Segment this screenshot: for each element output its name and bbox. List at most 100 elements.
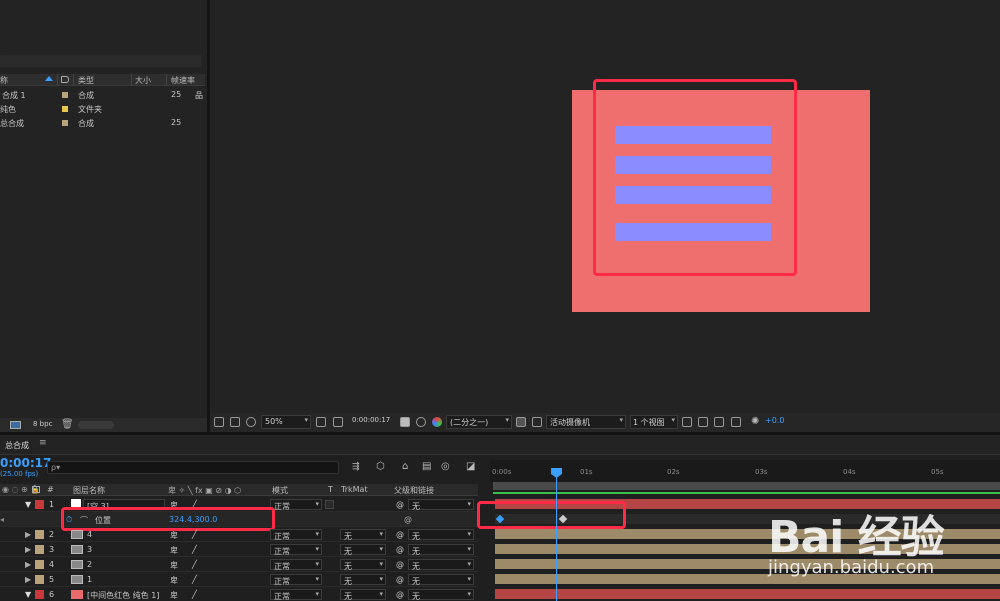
parent-dropdown[interactable]: 无 ▾ xyxy=(408,574,474,586)
layer-row[interactable]: ▼ 6 [中间色红色 纯色 1] 卑 ╱ 正常 ▾ 无 ▾ @ 无 ▾ xyxy=(0,587,478,601)
column-mode[interactable]: 模式 xyxy=(272,485,288,496)
column-trkmat[interactable]: TrkMat xyxy=(341,485,368,494)
label-swatch[interactable] xyxy=(35,545,44,554)
project-item[interactable]: 总合成 合成 25 xyxy=(0,116,205,130)
show-snapshot-icon[interactable] xyxy=(416,417,426,427)
snapshot-icon[interactable] xyxy=(400,417,410,427)
column-number[interactable]: # xyxy=(47,485,54,494)
keyframe-nav-icon[interactable]: ◂ xyxy=(0,515,4,524)
expand-icon[interactable]: ▶ xyxy=(25,530,31,539)
exposure-icon[interactable]: ✺ xyxy=(751,416,759,427)
new-composition-icon[interactable] xyxy=(10,421,21,429)
flowchart-icon[interactable]: 品 xyxy=(195,90,203,101)
time-ruler[interactable]: 0:00s 01s 02s 03s 04s 05s xyxy=(490,460,1000,482)
quality-switch-icon[interactable]: ╱ xyxy=(192,590,197,599)
label-swatch[interactable] xyxy=(35,590,44,599)
current-time[interactable]: 0:00:00:17 xyxy=(352,416,390,424)
always-preview-icon[interactable] xyxy=(214,417,224,427)
pickwhip-icon[interactable]: @ xyxy=(396,560,404,569)
flowchart-icon[interactable] xyxy=(731,417,741,427)
comp-flowchart-icon[interactable]: ⇶ xyxy=(352,462,360,472)
thumbnail-slider[interactable] xyxy=(78,421,114,429)
quality-switch-icon[interactable]: ╱ xyxy=(192,575,197,584)
parent-dropdown[interactable]: 无 ▾ xyxy=(408,499,474,511)
label-swatch[interactable] xyxy=(35,530,44,539)
motion-blur-icon[interactable]: ◎ xyxy=(441,461,450,472)
column-layer-name[interactable]: 图层名称 xyxy=(73,485,105,496)
layer-name[interactable]: 1 xyxy=(87,575,92,584)
collapse-icon[interactable]: ▼ xyxy=(25,500,31,509)
parent-dropdown[interactable]: 无 ▾ xyxy=(408,529,474,541)
expand-icon[interactable]: ▶ xyxy=(25,560,31,569)
timeline-timecode[interactable]: 0:00:17 xyxy=(0,456,51,470)
pickwhip-icon[interactable]: @ xyxy=(396,500,404,509)
fast-preview-icon[interactable] xyxy=(698,417,708,427)
trash-icon[interactable]: 🗑 xyxy=(61,419,74,430)
vr-icon[interactable] xyxy=(246,417,256,427)
shy-switch-icon[interactable]: 卑 xyxy=(170,545,178,556)
shy-switch-icon[interactable]: 卑 xyxy=(170,575,178,586)
bit-depth[interactable]: 8 bpc xyxy=(33,420,52,428)
views-dropdown[interactable]: 1 个视图 ▾ xyxy=(630,415,678,429)
column-t[interactable]: T xyxy=(328,485,333,494)
monitor-icon[interactable] xyxy=(230,417,240,427)
sort-asc-icon[interactable] xyxy=(45,76,53,81)
mode-dropdown[interactable]: 正常 ▾ xyxy=(270,544,322,556)
mode-dropdown[interactable]: 正常 ▾ xyxy=(270,574,322,586)
mask-visibility-icon[interactable] xyxy=(333,417,343,427)
resolution-dropdown[interactable]: (二分之一) ▾ xyxy=(446,415,512,429)
region-of-interest-icon[interactable] xyxy=(516,417,526,427)
project-item[interactable]: 合成 1 合成 25 品 xyxy=(0,88,205,102)
quality-switch-icon[interactable]: ╱ xyxy=(192,560,197,569)
camera-dropdown[interactable]: 活动摄像机 ▾ xyxy=(546,415,626,429)
preserve-transparency-checkbox[interactable] xyxy=(325,500,334,509)
exposure-value[interactable]: +0.0 xyxy=(765,416,784,425)
pixel-aspect-icon[interactable] xyxy=(682,417,692,427)
layer-name[interactable]: 4 xyxy=(87,530,92,539)
collapse-icon[interactable]: ▼ xyxy=(25,590,31,599)
mode-dropdown[interactable]: 正常 ▾ xyxy=(270,499,322,511)
pickwhip-icon[interactable]: @ xyxy=(396,530,404,539)
zoom-dropdown[interactable]: 50% ▾ xyxy=(261,415,311,429)
label-tag-icon[interactable] xyxy=(32,486,40,493)
tab-total-composition[interactable]: 总合成 xyxy=(5,440,29,451)
layer-row[interactable]: ▶ 5 1 卑 ╱ 正常 ▾ 无 ▾ @ 无 ▾ xyxy=(0,572,478,587)
mode-dropdown[interactable]: 正常 ▾ xyxy=(270,529,322,541)
parent-dropdown[interactable]: 无 ▾ xyxy=(408,559,474,571)
column-size[interactable]: 大小 xyxy=(135,75,151,86)
project-item[interactable]: 纯色 文件夹 xyxy=(0,102,205,116)
shy-switch-icon[interactable]: 卑 xyxy=(170,530,178,541)
layer-row[interactable]: ▶ 2 4 卑 ╱ 正常 ▾ 无 ▾ @ 无 ▾ xyxy=(0,527,478,542)
label-swatch[interactable] xyxy=(35,500,44,509)
transparency-grid-icon[interactable] xyxy=(532,417,542,427)
layer-row[interactable]: ▶ 4 2 卑 ╱ 正常 ▾ 无 ▾ @ 无 ▾ xyxy=(0,557,478,572)
timeline-icon[interactable] xyxy=(714,417,724,427)
timeline-search-input[interactable]: ρ▾ xyxy=(47,461,339,474)
frame-blending-icon[interactable]: ▤ xyxy=(422,461,431,472)
panel-menu-icon[interactable]: ≡ xyxy=(39,438,47,448)
work-area-bar[interactable] xyxy=(493,482,1000,490)
layer-row[interactable]: ▶ 3 3 卑 ╱ 正常 ▾ 无 ▾ @ 无 ▾ xyxy=(0,542,478,557)
pickwhip-icon[interactable]: @ xyxy=(396,575,404,584)
label-swatch[interactable] xyxy=(35,560,44,569)
expand-icon[interactable]: ▶ xyxy=(25,545,31,554)
shy-layers-icon[interactable]: ⌂ xyxy=(402,461,408,472)
column-type[interactable]: 类型 xyxy=(78,75,94,86)
draft-3d-icon[interactable]: ⬡ xyxy=(376,461,385,472)
graph-editor-icon[interactable]: ◪ xyxy=(466,461,475,472)
layer-name[interactable]: [中间色红色 纯色 1] xyxy=(87,590,159,601)
layer-name[interactable]: 3 xyxy=(87,545,92,554)
trkmat-dropdown[interactable]: 无 ▾ xyxy=(340,529,386,541)
pickwhip-icon[interactable]: @ xyxy=(396,545,404,554)
trkmat-dropdown[interactable]: 无 ▾ xyxy=(340,574,386,586)
column-name[interactable]: 称 xyxy=(0,75,8,86)
trkmat-dropdown[interactable]: 无 ▾ xyxy=(340,589,386,601)
trkmat-dropdown[interactable]: 无 ▾ xyxy=(340,559,386,571)
parent-dropdown[interactable]: 无 ▾ xyxy=(408,544,474,556)
trkmat-dropdown[interactable]: 无 ▾ xyxy=(340,544,386,556)
pickwhip-icon[interactable]: @ xyxy=(396,590,404,599)
quality-switch-icon[interactable]: ╱ xyxy=(192,530,197,539)
project-search-input[interactable] xyxy=(0,55,202,67)
shy-switch-icon[interactable]: 卑 xyxy=(170,560,178,571)
expand-icon[interactable]: ▶ xyxy=(25,575,31,584)
